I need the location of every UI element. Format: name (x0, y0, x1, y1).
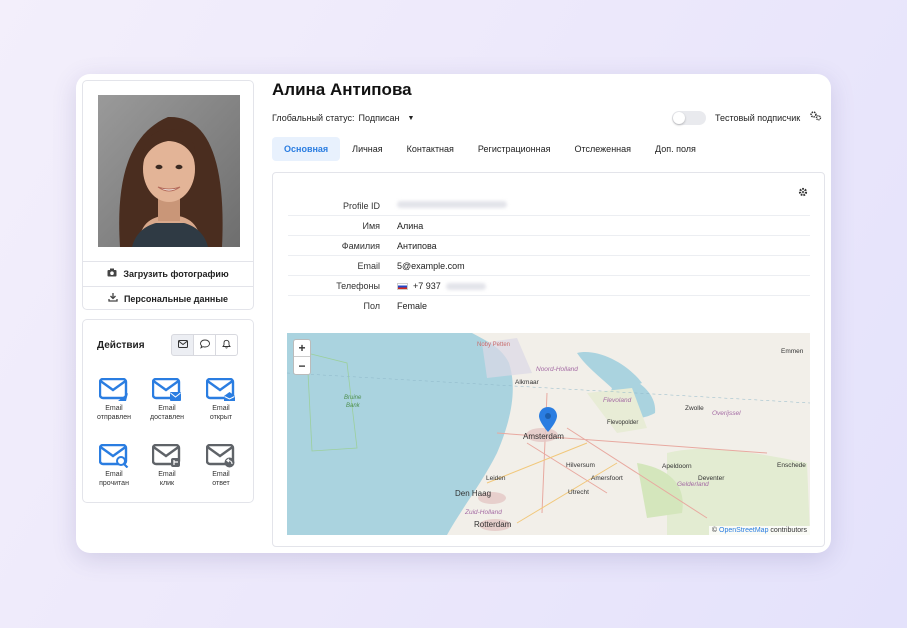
field-value: Антипова (397, 241, 437, 251)
bell-icon (222, 339, 231, 351)
email-delivered-icon (142, 378, 192, 402)
zoom-out-button[interactable]: − (294, 357, 310, 374)
profile-card: Загрузить фотографию Персональные данные… (76, 74, 831, 553)
field-row-last-name: Фамилия Антипова (288, 236, 810, 256)
map-label: Emmen (781, 348, 804, 355)
email-click-icon (142, 444, 192, 468)
actions-panel: Действия Email отправлен Email доставлен… (82, 319, 254, 503)
field-row-phones: Телефоны +7 937 (288, 276, 810, 296)
map-attribution: © OpenStreetMap contributors (708, 526, 810, 535)
action-email-delivered[interactable]: Email доставлен (142, 378, 192, 422)
field-key: Profile ID (342, 201, 380, 211)
photo-panel: Загрузить фотографию Персональные данные (82, 80, 254, 310)
action-email-opened[interactable]: Email открыт (196, 378, 246, 422)
map-label: Noby Petten (477, 342, 510, 348)
field-value: +7 937 (397, 281, 486, 291)
profile-tabs: Основная Личная Контактная Регистрационн… (272, 137, 708, 161)
map-label: Alkmaar (515, 379, 540, 386)
tab-contact[interactable]: Контактная (395, 137, 466, 161)
actions-filter (171, 334, 238, 356)
field-key: Пол (363, 301, 380, 311)
envelope-icon (177, 340, 188, 350)
map-label: Amsterdam (523, 432, 564, 441)
field-row-email: Email 5@example.com (288, 256, 810, 276)
map-label: Hilversum (566, 462, 595, 469)
email-opened-icon (196, 378, 246, 402)
personal-data-button[interactable]: Персональные данные (83, 286, 253, 310)
filter-chat-button[interactable] (193, 334, 216, 356)
openstreetmap-link[interactable]: OpenStreetMap (719, 527, 768, 534)
main-info-panel: Profile ID Имя Алина Фамилия Антипова Em… (272, 172, 825, 547)
actions-title: Действия (97, 340, 145, 351)
gear-icon[interactable] (810, 111, 822, 124)
profile-photo (98, 95, 240, 247)
profile-name: Алина Антипова (272, 80, 412, 99)
map-label: Overijssel (712, 410, 741, 417)
russia-flag-icon (397, 282, 408, 290)
map-label: Leiden (486, 475, 506, 482)
field-row-profile-id: Profile ID (288, 196, 810, 216)
map-label: Flevopolder (607, 420, 638, 426)
action-email-sent[interactable]: Email отправлен (89, 378, 139, 422)
upload-photo-button[interactable]: Загрузить фотографию (83, 261, 253, 285)
map-label: Rotterdam (474, 520, 512, 529)
map-label: Noord-Holland (536, 366, 578, 373)
map-label: Utrecht (568, 489, 589, 496)
field-row-first-name: Имя Алина (288, 216, 810, 236)
filter-push-button[interactable] (215, 334, 238, 356)
map-label: Flevoland (603, 397, 632, 404)
download-icon (108, 292, 118, 305)
map-label: Apeldoorn (662, 463, 692, 470)
field-value: 5@example.com (397, 261, 465, 271)
global-status-label: Глобальный статус: (272, 113, 355, 123)
global-status[interactable]: Глобальный статус: Подписан ▼ (272, 113, 414, 123)
location-map[interactable]: Noby Petten Noord-Holland Alkmaar Bruine… (287, 333, 810, 535)
field-value: Алина (397, 221, 424, 231)
field-key: Email (357, 261, 380, 271)
map-zoom-control: + − (293, 339, 311, 375)
upload-photo-label: Загрузить фотографию (123, 268, 229, 279)
action-email-read[interactable]: Email прочитан (89, 444, 139, 488)
caret-down-icon: ▼ (407, 114, 415, 122)
tab-registration[interactable]: Регистрационная (466, 137, 563, 161)
redacted-value (397, 201, 507, 208)
action-email-click[interactable]: Email клик (142, 444, 192, 488)
map-label: Amersfoort (591, 475, 623, 482)
field-key: Телефоны (336, 281, 380, 291)
tab-tracked[interactable]: Отслеженная (562, 137, 643, 161)
test-subscriber-toggle[interactable] (672, 111, 706, 125)
map-label: Den Haag (455, 489, 491, 498)
phone-value: +7 937 (413, 281, 441, 291)
camera-icon (107, 268, 117, 280)
zoom-in-button[interactable]: + (294, 340, 310, 357)
map-label: Zuid-Holland (464, 509, 502, 516)
map-label: Bank (346, 403, 361, 409)
field-key: Имя (362, 221, 380, 231)
test-subscriber-label: Тестовый подписчик (715, 113, 801, 123)
tab-extra-fields[interactable]: Доп. поля (643, 137, 708, 161)
map-label: Bruine (344, 395, 362, 401)
chat-bubble-icon (199, 339, 210, 351)
personal-data-label: Персональные данные (123, 293, 229, 304)
map-label: Gelderland (677, 481, 709, 488)
filter-email-button[interactable] (171, 334, 194, 356)
field-key: Фамилия (341, 241, 380, 251)
action-email-reply[interactable]: Email ответ (196, 444, 246, 488)
tab-main[interactable]: Основная (272, 137, 341, 161)
toggle-knob (673, 112, 685, 124)
tab-personal[interactable]: Личная (340, 137, 394, 161)
email-read-icon (89, 444, 139, 468)
email-reply-icon (196, 444, 246, 468)
redacted-value (445, 282, 486, 290)
global-status-value: Подписан (358, 113, 400, 123)
map-label: Zwolle (685, 405, 704, 412)
field-value: Female (397, 301, 428, 311)
map-label: Enschede (777, 462, 806, 469)
field-value (397, 201, 507, 208)
field-row-gender: Пол Female (288, 296, 810, 316)
email-sent-icon (89, 378, 139, 402)
